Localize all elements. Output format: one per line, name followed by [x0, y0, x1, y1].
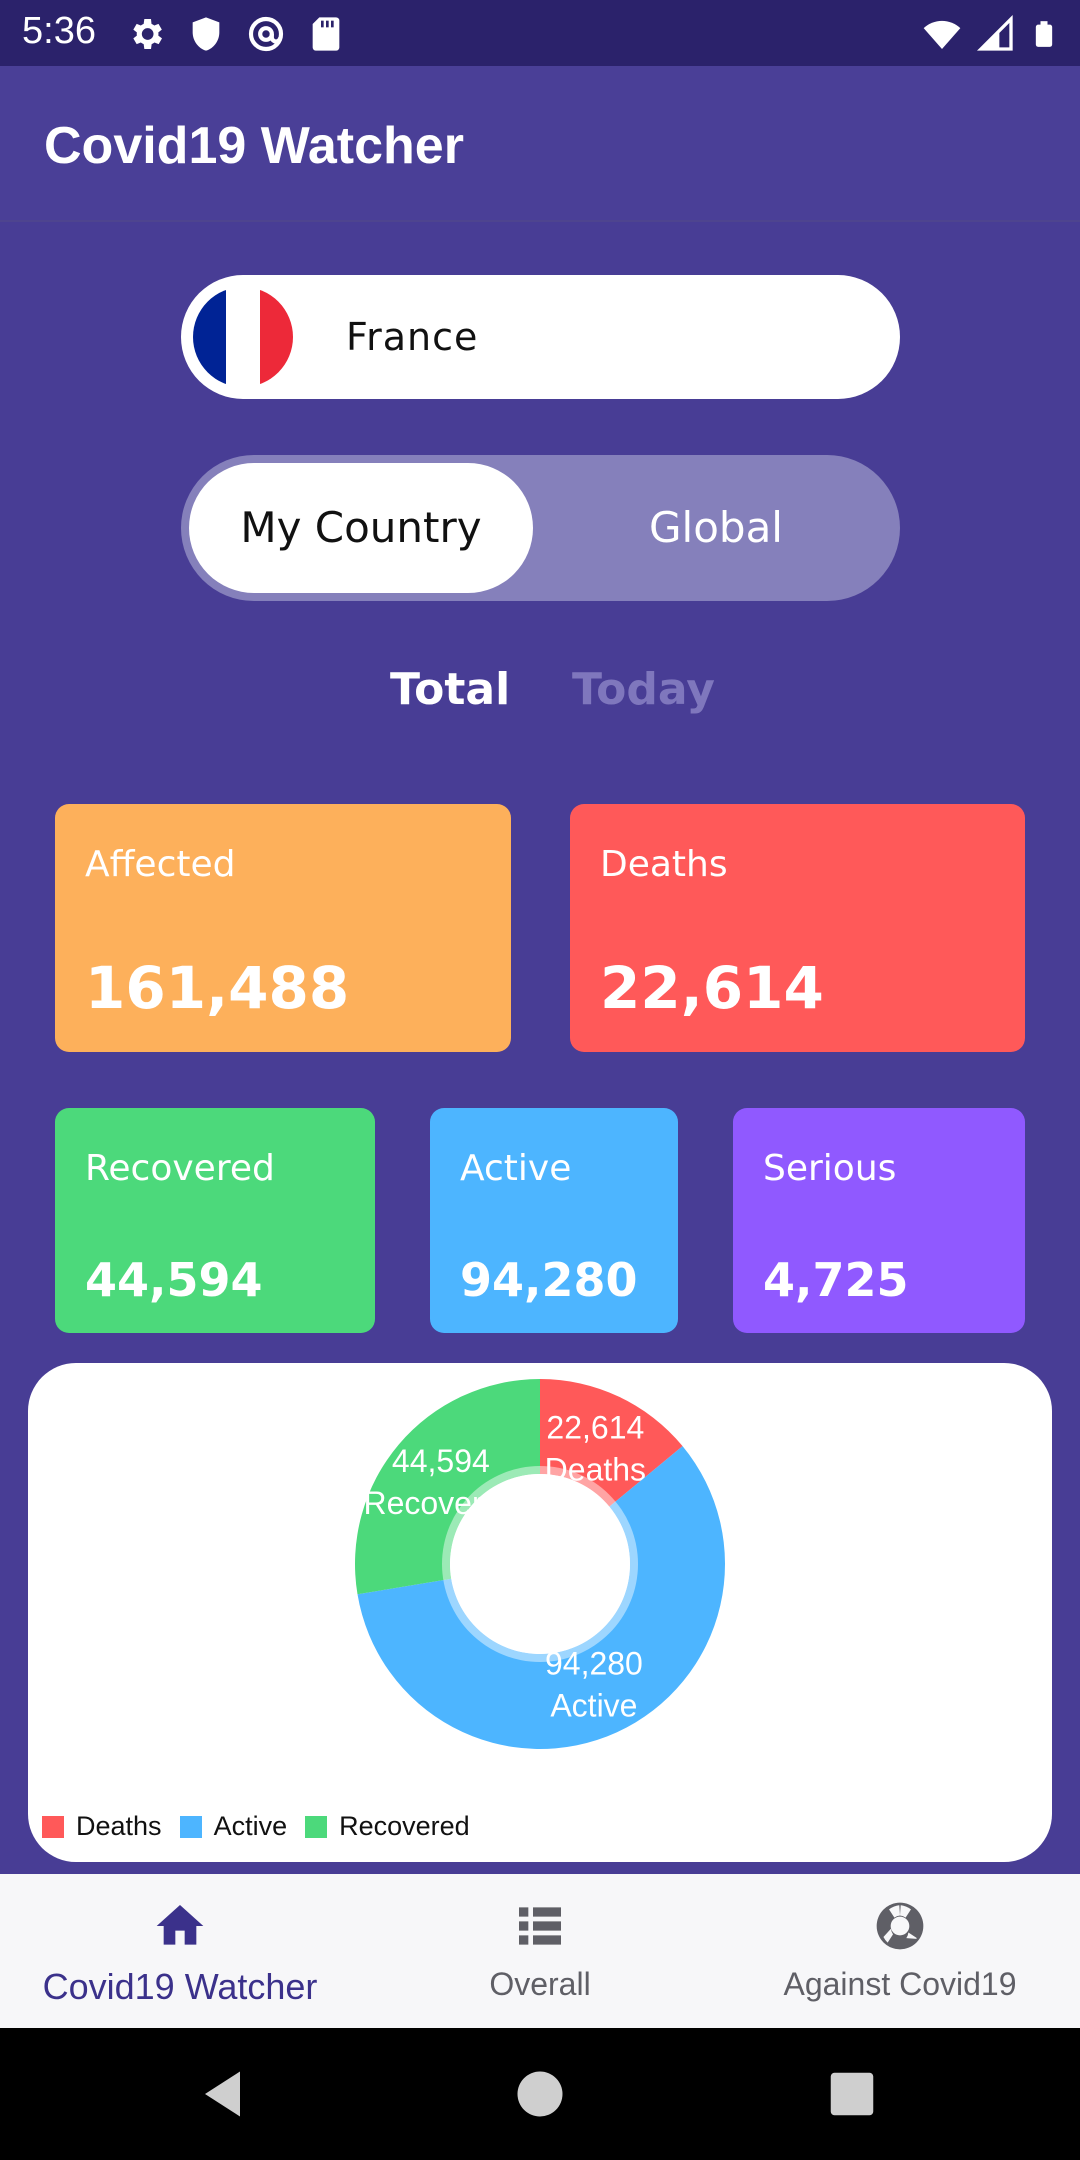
app-title: Covid19 Watcher: [44, 117, 464, 175]
legend-label: Recovered: [339, 1811, 470, 1841]
nav-item-overall[interactable]: Overall: [360, 1874, 720, 2028]
toggle-global[interactable]: Global: [541, 463, 891, 593]
slice-label-value: 44,594: [392, 1443, 490, 1479]
affected-label: Affected: [85, 844, 236, 885]
status-bar: 5:36: [0, 0, 1080, 66]
nav-label-covid19-watcher: Covid19 Watcher: [42, 1966, 318, 2007]
nav-label-against-covid19: Against Covid19: [783, 1966, 1017, 2002]
donut-chart[interactable]: 22,614Deaths94,280Active44,594Recovered: [28, 1363, 1052, 1803]
home-icon: [156, 1905, 204, 1945]
lifebuoy-icon: [876, 1902, 924, 1950]
system-nav-bar: [0, 2028, 1080, 2160]
deaths-label: Deaths: [600, 844, 728, 885]
wifi-icon: [923, 20, 961, 49]
battery-icon: [1035, 21, 1053, 47]
recovered-card: Recovered 44,594: [55, 1108, 375, 1333]
status-icons-left: [126, 14, 346, 54]
home-circle-icon[interactable]: [510, 2064, 570, 2124]
slice-label-name: Active: [550, 1687, 637, 1723]
country-selector[interactable]: France: [181, 275, 900, 399]
donut-hole: [450, 1474, 630, 1654]
active-label: Active: [460, 1148, 572, 1189]
deaths-value: 22,614: [600, 954, 824, 1022]
nav-item-against-covid19[interactable]: Against Covid19: [720, 1874, 1080, 2028]
legend-label: Deaths: [76, 1811, 162, 1841]
app-bar: Covid19 Watcher: [0, 66, 1080, 222]
legend-swatch: [42, 1815, 64, 1838]
chart-legend: Deaths Active Recovered: [42, 1811, 488, 1842]
active-value: 94,280: [460, 1253, 638, 1307]
gear-icon: [133, 19, 162, 49]
list-icon: [519, 1907, 561, 1945]
bottom-nav: Covid19 Watcher Overall Against Covid19: [0, 1874, 1080, 2028]
legend-swatch: [305, 1815, 328, 1838]
status-time: 5:36: [22, 10, 96, 52]
recovered-label: Recovered: [85, 1148, 275, 1189]
scope-toggle[interactable]: My Country Global: [181, 455, 900, 601]
serious-label: Serious: [763, 1148, 897, 1189]
at-sign-icon: [248, 16, 284, 52]
legend-item-active: Active: [179, 1811, 288, 1842]
slice-label-value: 22,614: [546, 1409, 644, 1445]
recents-icon[interactable]: [822, 2064, 882, 2124]
chart-card: 22,614 Deaths 94,280 Active 44,594 Recovered …: [28, 1363, 1052, 1862]
country-name: France: [346, 315, 479, 359]
nav-item-covid19-watcher[interactable]: Covid19 Watcher: [0, 1874, 360, 2028]
legend-label: Active: [213, 1811, 288, 1841]
affected-card: Affected 161,488: [55, 804, 511, 1052]
active-card: Active 94,280: [430, 1108, 678, 1333]
deaths-card: Deaths 22,614: [570, 804, 1025, 1052]
legend-item-deaths: Deaths: [42, 1811, 162, 1842]
signal-icon: [976, 14, 1013, 51]
france-flag-icon: [193, 287, 293, 387]
tab-today[interactable]: Today: [572, 664, 715, 715]
tab-total[interactable]: Total: [390, 664, 510, 715]
back-icon[interactable]: [195, 2064, 255, 2124]
sd-card-icon: [312, 17, 340, 51]
status-icons-right: [922, 14, 1058, 54]
shield-icon: [192, 17, 220, 51]
serious-card: Serious 4,725: [733, 1108, 1025, 1333]
toggle-my-country[interactable]: My Country: [189, 463, 533, 593]
nav-label-overall: Overall: [489, 1966, 591, 2002]
legend-swatch: [179, 1815, 202, 1838]
affected-value: 161,488: [85, 954, 350, 1022]
serious-value: 4,725: [763, 1253, 909, 1307]
legend-item-recovered: Recovered: [305, 1811, 470, 1842]
recovered-value: 44,594: [85, 1253, 263, 1307]
